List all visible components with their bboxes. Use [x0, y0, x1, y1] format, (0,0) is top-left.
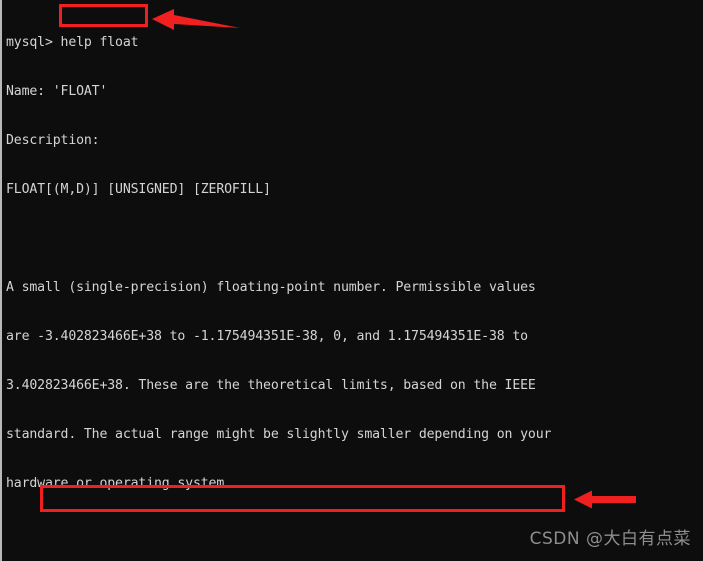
output-line: standard. The actual range might be slig… — [6, 426, 552, 442]
output-line: FLOAT[(M,D)] [UNSIGNED] [ZEROFILL] — [6, 181, 271, 197]
terminal-window[interactable]: mysql> help float Name: 'FLOAT' Descript… — [0, 0, 703, 561]
output-line: are -3.402823466E+38 to -1.175494351E-38… — [6, 328, 528, 344]
console-output: mysql> help float Name: 'FLOAT' Descript… — [6, 2, 696, 561]
output-line: mysql> help float — [6, 34, 139, 50]
output-line: A small (single-precision) floating-poin… — [6, 279, 536, 295]
watermark: CSDN @大白有点菜 — [529, 529, 691, 549]
output-line: 3.402823466E+38. These are the theoretic… — [6, 377, 536, 393]
output-line: Description: — [6, 132, 100, 148]
output-line: Name: 'FLOAT' — [6, 83, 108, 99]
output-line-blank — [6, 231, 696, 247]
output-line: hardware or operating system. — [6, 475, 232, 491]
